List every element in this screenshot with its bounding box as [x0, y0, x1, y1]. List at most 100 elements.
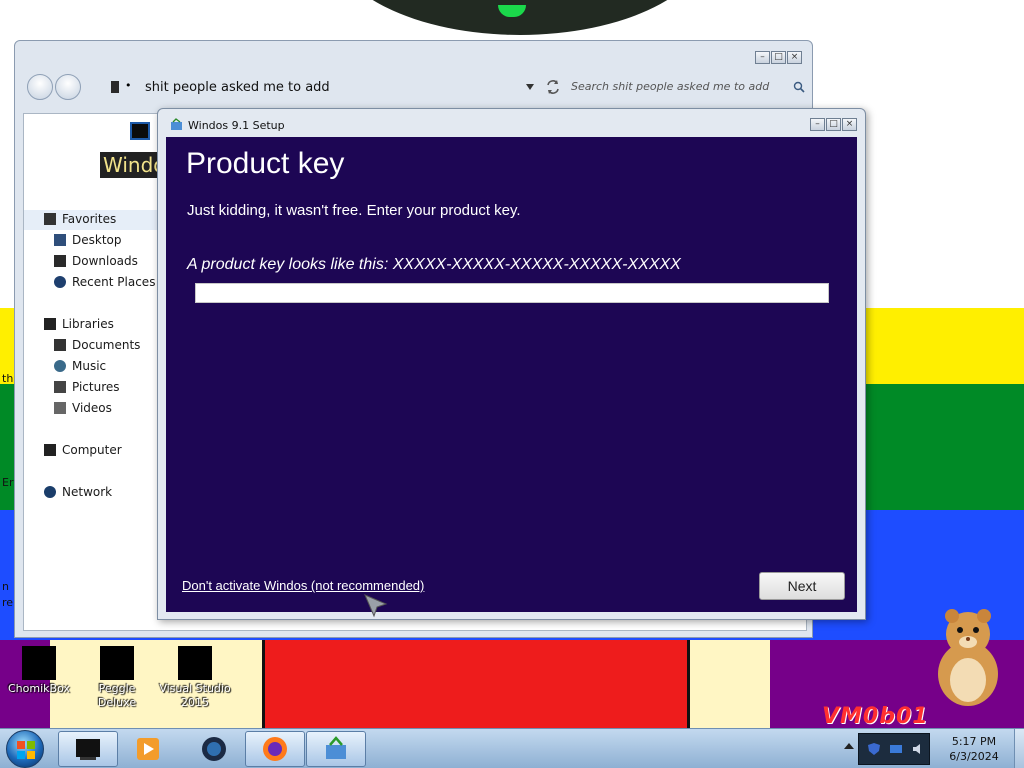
network-tray-icon[interactable] — [889, 742, 903, 756]
nav-item-desktop[interactable]: Desktop — [54, 233, 122, 247]
shield-icon[interactable] — [867, 742, 881, 756]
setup-window-title: Windos 9.1 Setup — [188, 119, 285, 132]
notification-tray — [858, 733, 930, 765]
nav-item-downloads[interactable]: Downloads — [54, 254, 138, 268]
downloads-icon — [54, 255, 66, 267]
explorer-window-controls: – □ × — [755, 51, 802, 64]
clock[interactable]: 5:17 PM 6/3/2024 — [938, 734, 1010, 764]
navigation-pane: Windo Favorites Desktop Downloads Recent… — [24, 114, 160, 630]
start-button[interactable] — [6, 730, 44, 768]
product-key-input[interactable] — [195, 283, 829, 303]
recent-places-icon — [54, 276, 66, 288]
back-button[interactable] — [27, 74, 53, 100]
edge-text: th — [2, 372, 14, 385]
terminal-icon — [76, 739, 100, 760]
forward-button[interactable] — [55, 74, 81, 100]
nav-label: Pictures — [72, 380, 120, 394]
taskbar-item-firefox[interactable] — [245, 731, 305, 767]
search-icon[interactable] — [793, 81, 805, 93]
visual-studio-icon — [178, 646, 212, 680]
show-desktop-button[interactable] — [1014, 729, 1024, 768]
nav-label: Desktop — [72, 233, 122, 247]
nav-label: Music — [72, 359, 107, 373]
hamster-image — [938, 609, 998, 706]
nav-label: Libraries — [62, 317, 114, 331]
nav-item-network[interactable]: Network — [44, 485, 112, 499]
computer-icon — [44, 444, 56, 456]
nav-item-favorites[interactable]: Favorites — [44, 212, 116, 226]
music-icon — [54, 360, 66, 372]
nav-label: Recent Places — [72, 275, 156, 289]
close-button[interactable]: × — [787, 51, 802, 64]
taskbar: 5:17 PM 6/3/2024 — [0, 728, 1024, 768]
pictures-icon — [54, 381, 66, 393]
globe-icon — [202, 737, 226, 761]
taskbar-item-media-player[interactable] — [118, 731, 178, 767]
vm-logo: VM0b01 — [822, 704, 929, 728]
edge-text: re — [2, 596, 14, 609]
setup-title-icon — [171, 118, 182, 130]
network-icon — [44, 486, 56, 498]
chomikbox-icon — [22, 646, 56, 680]
peggle-icon — [100, 646, 134, 680]
next-button[interactable]: Next — [759, 572, 845, 600]
nav-item-music[interactable]: Music — [54, 359, 106, 373]
setup-dialog: Windos 9.1 Setup – □ × Product key Just … — [157, 108, 866, 620]
clock-time: 5:17 PM — [951, 735, 997, 748]
desktop-icon-label: Visual Studio 2015 — [159, 682, 231, 709]
tray-expand-icon[interactable] — [844, 743, 854, 749]
dont-activate-link[interactable]: Don't activate Windos (not recommended) — [182, 578, 424, 593]
desktop-icon-peggle[interactable]: Peggle Deluxe — [78, 640, 156, 710]
search-placeholder: Search shit people asked me to add — [571, 80, 770, 93]
nav-item-documents[interactable]: Documents — [54, 338, 140, 352]
volume-icon[interactable] — [911, 742, 925, 756]
page-title: Product key — [186, 147, 345, 180]
desktop-icon-label: Peggle Deluxe — [97, 682, 137, 709]
taskbar-item-terminal[interactable] — [58, 731, 118, 767]
edge-text: Er — [2, 476, 14, 489]
documents-icon — [54, 339, 66, 351]
videos-icon — [54, 402, 66, 414]
taskbar-item-setup[interactable] — [306, 731, 366, 767]
minimize-button[interactable]: – — [810, 118, 825, 131]
taskbar-item-globe[interactable] — [184, 731, 244, 767]
media-player-icon — [137, 738, 159, 760]
address-dropdown-icon[interactable] — [525, 83, 535, 91]
wallpaper-red-block — [262, 640, 690, 728]
refresh-icon[interactable] — [545, 79, 561, 95]
nav-label: Documents — [72, 338, 141, 352]
maximize-button[interactable]: □ — [826, 118, 841, 131]
setup-content: Product key Just kidding, it wasn't free… — [166, 137, 857, 612]
nav-item-computer[interactable]: Computer — [44, 443, 122, 457]
desktop-icon — [54, 234, 66, 246]
page-subtitle: Just kidding, it wasn't free. Enter your… — [187, 202, 521, 219]
setup-window-controls: – □ × — [810, 118, 857, 131]
minimize-button[interactable]: – — [755, 51, 770, 64]
nav-item-recent-places[interactable]: Recent Places — [54, 275, 155, 289]
nav-label: Downloads — [72, 254, 138, 268]
nav-label: Computer — [62, 443, 122, 457]
maximize-button[interactable]: □ — [771, 51, 786, 64]
partial-window-label: Windo — [100, 152, 160, 178]
desktop-icon-label: ChomikBox — [8, 682, 70, 695]
explorer-toolbar: • shit people asked me to add Search shi… — [25, 69, 805, 103]
desktop-icon-visual-studio[interactable]: Visual Studio 2015 — [156, 640, 234, 710]
close-button[interactable]: × — [842, 118, 857, 131]
clock-date: 6/3/2024 — [949, 750, 999, 763]
product-key-example: A product key looks like this: XXXXX-XXX… — [187, 256, 681, 273]
favorites-icon — [44, 213, 56, 225]
firefox-icon — [263, 737, 287, 761]
setup-icon — [326, 736, 346, 759]
nav-item-libraries[interactable]: Libraries — [44, 317, 114, 331]
nav-label: Favorites — [62, 212, 117, 226]
windows-logo-icon — [17, 741, 35, 759]
address-text: shit people asked me to add — [145, 80, 330, 95]
desktop-icon-chomikbox[interactable]: ChomikBox — [0, 640, 78, 696]
nav-label: Videos — [72, 401, 112, 415]
mouse-cursor-icon — [364, 594, 388, 618]
folder-thumbnail — [130, 122, 150, 140]
libraries-icon — [44, 318, 56, 330]
edge-text: n — [2, 580, 9, 593]
nav-item-videos[interactable]: Videos — [54, 401, 112, 415]
nav-item-pictures[interactable]: Pictures — [54, 380, 120, 394]
